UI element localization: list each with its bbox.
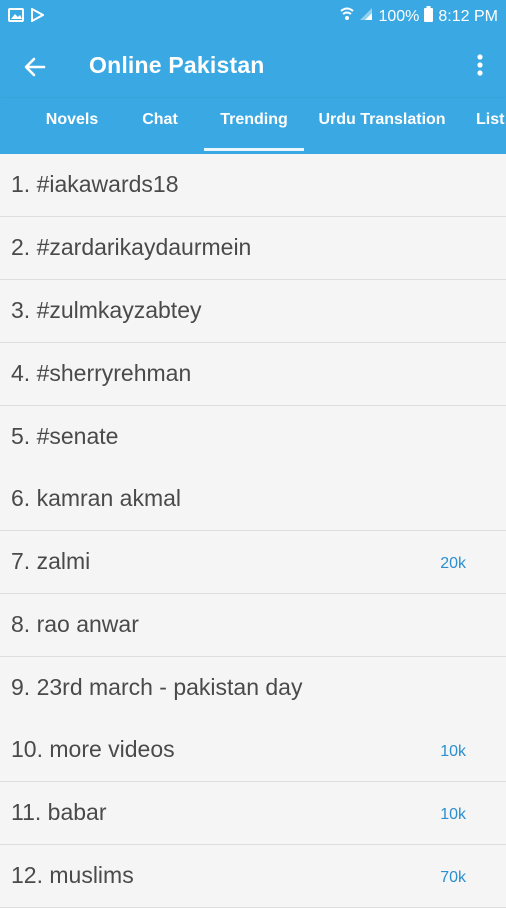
- list-item-count: 20k: [440, 555, 466, 572]
- list-item[interactable]: 4. #sherryrehman: [0, 343, 506, 406]
- list-item-count: 10k: [440, 806, 466, 823]
- list-item-count: 70k: [440, 869, 466, 886]
- tab-chat[interactable]: Chat: [110, 98, 210, 154]
- arrow-left-icon: [20, 57, 50, 86]
- list-item[interactable]: 3. #zulmkayzabtey: [0, 280, 506, 343]
- battery-icon: [424, 6, 434, 27]
- tab-list[interactable]: List: [476, 98, 506, 154]
- list-item[interactable]: 1. #iakawards18: [0, 154, 506, 217]
- list-item-label: 11. babar: [11, 799, 107, 825]
- list-item-label: 12. muslims: [11, 862, 134, 888]
- overflow-menu-button[interactable]: [468, 50, 492, 82]
- list-item-label: 6. kamran akmal: [11, 485, 182, 511]
- more-vert-icon: [468, 54, 492, 86]
- status-bar: 100% 8:12 PM: [0, 0, 506, 34]
- list-item-label: 10. more videos: [11, 736, 175, 762]
- play-store-notification-icon: [30, 7, 46, 27]
- trending-list: 1. #iakawards18 2. #zardarikaydaurmein 3…: [0, 154, 506, 908]
- list-item-label: 9. 23rd march - pakistan day: [11, 674, 303, 700]
- list-item-count: 10k: [440, 743, 466, 760]
- list-item-label: 4. #sherryrehman: [11, 360, 192, 386]
- list-item-label: 7. zalmi: [11, 548, 91, 574]
- back-button[interactable]: [20, 52, 50, 82]
- list-item[interactable]: 8. rao anwar: [0, 594, 506, 657]
- app-title: Online Pakistan: [89, 52, 265, 78]
- list-item-label: 3. #zulmkayzabtey: [11, 297, 202, 323]
- list-item[interactable]: 5. #senate: [0, 406, 506, 469]
- list-item-label: 8. rao anwar: [11, 611, 139, 637]
- list-item[interactable]: 7. zalmi 20k: [0, 531, 506, 594]
- list-item[interactable]: 9. 23rd march - pakistan day: [0, 657, 506, 720]
- app-bar: Online Pakistan: [0, 34, 506, 98]
- active-tab-indicator: [204, 148, 304, 151]
- list-item[interactable]: 11. babar 10k: [0, 782, 506, 845]
- signal-icon: [359, 7, 373, 26]
- tab-trending[interactable]: Trending: [204, 98, 304, 154]
- gallery-notification-icon: [8, 8, 24, 27]
- list-item[interactable]: 10. more videos 10k: [0, 719, 506, 782]
- tab-novels[interactable]: Novels: [22, 98, 122, 154]
- battery-percent: 100%: [378, 7, 420, 25]
- list-item-label: 5. #senate: [11, 423, 119, 449]
- clock: 8:12 PM: [438, 7, 498, 25]
- wifi-icon: [340, 6, 355, 27]
- tab-bar: Novels Chat Trending Urdu Translation Li…: [0, 98, 506, 154]
- tab-urdu-translation[interactable]: Urdu Translation: [314, 98, 450, 154]
- list-item[interactable]: 6. kamran akmal: [0, 468, 506, 531]
- list-item[interactable]: 2. #zardarikaydaurmein: [0, 217, 506, 280]
- list-item-label: 1. #iakawards18: [11, 171, 179, 197]
- list-item[interactable]: 12. muslims 70k: [0, 845, 506, 908]
- list-item-label: 2. #zardarikaydaurmein: [11, 234, 252, 260]
